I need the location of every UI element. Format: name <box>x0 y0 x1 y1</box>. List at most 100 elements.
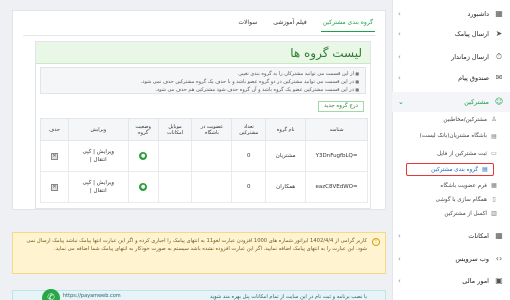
status-active-icon[interactable]: ● <box>139 152 148 160</box>
groups-panel: لیست گروه ها از این قسمت می توانید مشترک… <box>35 41 371 209</box>
sidebar-item-label: ارسال زماندار <box>451 53 489 61</box>
group-name: مشتریان <box>265 140 307 172</box>
subscriber-count: 0 <box>231 171 267 203</box>
tab-tutorial-video[interactable]: فیلم آموزشی <box>271 17 308 32</box>
move-link[interactable]: انتقال <box>94 188 107 194</box>
chevron-left-icon: ‹ <box>398 277 401 285</box>
table-header-row: شناسه نام گروه تعداد مشترکین عضویت در با… <box>40 118 368 141</box>
edit-link[interactable]: ویرایش <box>97 180 114 186</box>
dashboard-icon: ▦ <box>495 9 503 18</box>
chevron-left-icon: ‹ <box>398 30 401 38</box>
excel-icon: ▥ <box>491 210 497 217</box>
edit-cell: ویرایش | کپی انتقال | <box>67 171 129 203</box>
delete-cell: ✕ <box>40 171 69 203</box>
column-header[interactable]: تعداد مشترکین <box>231 118 267 141</box>
column-header[interactable]: نام گروه <box>265 118 307 141</box>
sidebar-subitem-club-form[interactable]: فرم عضویت باشگاه ▦ <box>392 179 510 192</box>
column-header[interactable]: ویرایش <box>67 118 129 141</box>
sidebar-subitem-group-subscribers[interactable]: گروه بندی مشترکین ▤ <box>406 163 494 176</box>
sidebar-item-finance[interactable]: ‹ امور مالی ▣ <box>392 271 510 291</box>
sidebar-item-webservice[interactable]: ‹ وب سرویس ‹› <box>392 249 510 269</box>
table-row: eazC8VEdWO= همکاران 0 ● ویرایش | کپی انت… <box>40 171 368 203</box>
table-row: Y3DnFugfbLQ= مشتریان 0 ● ویرایش | کپی ان… <box>40 140 368 172</box>
sidebar-item-send-sms[interactable]: ‹ ارسال پیامک ➤ <box>392 24 510 44</box>
sidebar-subitem-excel[interactable]: اکسل از مشترکین ▥ <box>392 207 510 220</box>
alert-text: کاربر گرامی از 1402/4/4 ایراتور شماره ها… <box>26 238 368 252</box>
chevron-down-icon: ⌄ <box>398 98 404 106</box>
status-cell: ● <box>127 171 159 203</box>
sync-icon: ▯ <box>492 196 496 203</box>
sidebar-subitem-phone-sync[interactable]: همگام سازی با گوشی ▯ <box>392 193 510 206</box>
group-icon: ▤ <box>482 166 488 173</box>
chevron-left-icon: ‹ <box>398 53 401 61</box>
sidebar: ‹ داشبورد ▦ ‹ ارسال پیامک ➤ ‹ ارسال زمان… <box>392 0 510 300</box>
main-card: گروه بندی مشترکین فیلم آموزشی سوالات لیس… <box>12 10 386 210</box>
club-icon: ▤ <box>491 132 497 140</box>
tab-bar: گروه بندی مشترکین فیلم آموزشی سوالات <box>236 17 375 32</box>
column-header[interactable]: شناسه <box>305 118 368 141</box>
sidebar-subitem-import-file[interactable]: ثبت مشترکین از فایل ▭ <box>392 147 510 160</box>
chevron-left-icon: ‹ <box>398 10 401 18</box>
divider <box>23 35 375 36</box>
group-name: همکاران <box>265 171 307 203</box>
edit-link[interactable]: ویرایش <box>97 149 114 155</box>
groups-table: شناسه نام گروه تعداد مشترکین عضویت در با… <box>40 118 368 203</box>
sidebar-item-label: امور مالی <box>462 277 489 285</box>
sidebar-subitem-club[interactable]: باشگاه مشتریان(بانک لیست) ▤ <box>392 127 510 145</box>
sidebar-item-subscribers[interactable]: ⌄ مشترکین ☺ <box>392 92 510 112</box>
features-icon: ▦ <box>495 231 503 240</box>
mobile-features-cell <box>157 140 193 172</box>
column-header[interactable]: وضعیت گروه <box>127 118 159 141</box>
club-membership-cell <box>191 140 233 172</box>
column-header[interactable]: موبایل امکانات <box>157 118 193 141</box>
mobile-features-cell <box>157 171 193 203</box>
delete-icon[interactable]: ✕ <box>50 152 58 160</box>
sidebar-subitem-contacts[interactable]: مشترکین/مخاطبین ♙ <box>392 113 510 126</box>
sidebar-subitem-label: همگام سازی با گوشی <box>435 196 487 203</box>
sidebar-subitem-label: اکسل از مشترکین <box>444 210 487 217</box>
club-membership-cell <box>191 171 233 203</box>
delete-cell: ✕ <box>40 140 69 172</box>
users-icon: ☺ <box>494 97 504 106</box>
column-header[interactable]: حذف <box>40 118 69 141</box>
status-active-icon[interactable]: ● <box>139 183 148 191</box>
whatsapp-icon[interactable]: ✆ <box>42 289 60 300</box>
sidebar-item-label: مشترکین <box>464 98 489 106</box>
note-item: در این قسمت مشترکین عضو یک گروه باشد و آ… <box>47 86 359 94</box>
tab-group-subscribers[interactable]: گروه بندی مشترکین <box>320 17 375 32</box>
sidebar-subitem-label: گروه بندی مشترکین <box>431 166 478 173</box>
finance-icon: ▣ <box>495 276 503 285</box>
file-icon: ▭ <box>491 150 497 157</box>
notes-box: از این قسمت می توانید مشترکان را به گروه… <box>40 67 366 94</box>
clock-send-icon: ⏱ <box>495 52 503 61</box>
sidebar-subitem-label: فرم عضویت باشگاه <box>440 182 487 189</box>
delete-icon[interactable]: ✕ <box>50 183 58 191</box>
send-icon: ➤ <box>495 29 503 38</box>
site-link[interactable]: https://payamweb.com <box>63 293 121 299</box>
chevron-left-icon: ‹ <box>398 74 401 82</box>
page-title: لیست گروه ها <box>36 42 370 64</box>
sidebar-item-label: امکانات <box>468 232 489 240</box>
form-icon: ▦ <box>491 182 497 189</box>
copy-link[interactable]: کپی <box>83 180 92 186</box>
chevron-left-icon: ‹ <box>398 232 401 240</box>
add-group-button[interactable]: درج گروه جدید <box>317 101 364 112</box>
tab-questions[interactable]: سوالات <box>236 17 259 32</box>
sidebar-subitem-label: مشترکین/مخاطبین <box>443 116 487 123</box>
webservice-icon: ‹› <box>495 254 503 263</box>
sidebar-item-dashboard[interactable]: ‹ داشبورد ▦ <box>392 4 510 24</box>
sidebar-item-inbox[interactable]: ‹ صندوق پیام ✉ <box>392 68 510 88</box>
move-link[interactable]: انتقال <box>94 157 107 163</box>
note-item: از این قسمت می توانید مشترکان را به گروه… <box>47 70 359 78</box>
sidebar-item-label: صندوق پیام <box>458 74 489 82</box>
note-item: در این قسمت می توانید مشترکین در دو گروه… <box>47 78 359 86</box>
sidebar-item-features[interactable]: ‹ امکانات ▦ <box>392 226 510 246</box>
column-header[interactable]: عضویت در باشگاه <box>191 118 233 141</box>
sidebar-item-label: ارسال پیامک <box>454 30 489 38</box>
sidebar-subitem-label: ثبت مشترکین از فایل <box>437 150 487 157</box>
group-id: Y3DnFugfbLQ= <box>305 140 368 172</box>
sidebar-item-scheduled[interactable]: ‹ ارسال زماندار ⏱ <box>392 47 510 67</box>
edit-cell: ویرایش | کپی انتقال | <box>67 140 129 172</box>
warning-alert: ! کاربر گرامی از 1402/4/4 ایراتور شماره … <box>12 232 386 274</box>
copy-link[interactable]: کپی <box>83 149 92 155</box>
